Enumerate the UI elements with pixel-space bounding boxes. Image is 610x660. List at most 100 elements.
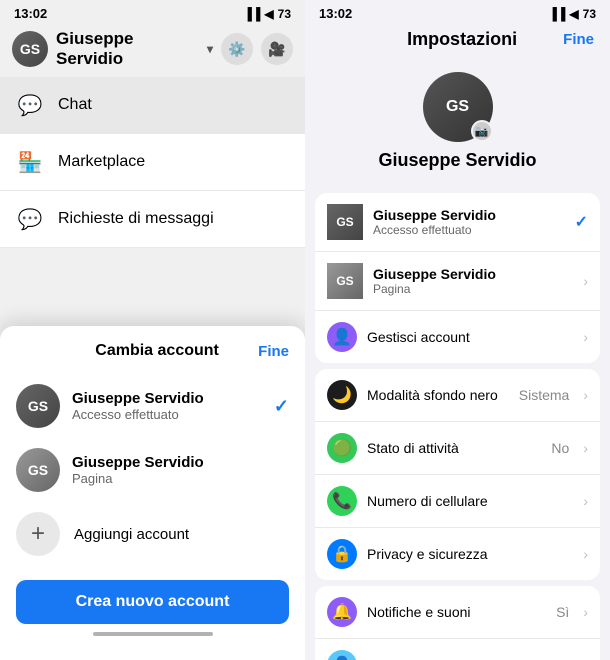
notifications-row[interactable]: 🔔 Notifiche e suoni Sì › (315, 586, 600, 639)
settings-section-1: 🌙 Modalità sfondo nero Sistema › 🟢 Stato… (315, 369, 600, 580)
left-user-name[interactable]: Giuseppe Servidio ▾ (56, 29, 213, 69)
settings-account-avatar-2: GS (327, 263, 363, 299)
right-status-time: 13:02 (319, 6, 352, 21)
settings-section-2: 🔔 Notifiche e suoni Sì › 👤 Contatti tele… (315, 586, 600, 660)
header-actions: ⚙️ 🎥 (221, 33, 293, 65)
notifications-value: Sì (556, 604, 569, 620)
home-indicator (93, 632, 213, 636)
settings-done-button[interactable]: Fine (563, 31, 594, 48)
settings-icon-btn[interactable]: ⚙️ (221, 33, 253, 65)
right-battery-icon: 73 (583, 7, 596, 21)
chat-icon: 💬 (16, 91, 44, 119)
privacy-label: Privacy e sicurezza (367, 546, 573, 562)
settings-header: Impostazioni Fine (305, 25, 610, 62)
left-status-time: 13:02 (14, 6, 47, 21)
gestisci-chevron: › (583, 329, 588, 345)
activity-value: No (551, 440, 569, 456)
right-panel: 13:02 ▐▐ ◀ 73 Impostazioni Fine GS 📷 Giu… (305, 0, 610, 660)
notifications-icon: 🔔 (327, 597, 357, 627)
nav-label-marketplace: Marketplace (58, 153, 145, 171)
gestisci-icon: 👤 (327, 322, 357, 352)
phone-row[interactable]: 📞 Numero di cellulare › (315, 475, 600, 528)
account-info-1: Giuseppe Servidio Accesso effettuato (72, 390, 262, 422)
settings-scroll: GS Giuseppe Servidio Accesso effettuato … (305, 187, 610, 660)
contacts-icon: 👤 (327, 650, 357, 660)
video-icon-btn[interactable]: 🎥 (261, 33, 293, 65)
account-check-icon-1: ✓ (274, 396, 289, 417)
crea-nuovo-account-button[interactable]: Crea nuovo account (16, 580, 289, 624)
account-avatar-1: GS (16, 384, 60, 428)
signal-icon: ▐▐ (243, 7, 260, 21)
activity-row[interactable]: 🟢 Stato di attività No › (315, 422, 600, 475)
add-account-label: Aggiungi account (74, 526, 189, 543)
sheet-title: Cambia account (56, 342, 258, 360)
right-wifi-icon: ◀ (569, 7, 578, 21)
settings-account-row-2[interactable]: GS Giuseppe Servidio Pagina › (315, 252, 600, 311)
left-status-bar: 13:02 ▐▐ ◀ 73 (0, 0, 305, 25)
gestisci-account-row[interactable]: 👤 Gestisci account › (315, 311, 600, 363)
profile-section: GS 📷 Giuseppe Servidio (305, 62, 610, 187)
sheet-header: Cambia account Fine (16, 342, 289, 360)
account-row-2-chevron: › (583, 273, 588, 289)
right-signal-icon: ▐▐ (548, 7, 565, 21)
profile-avatar-wrap[interactable]: GS 📷 (423, 72, 493, 142)
settings-account-name-2: Giuseppe Servidio (373, 266, 573, 282)
privacy-chevron: › (583, 546, 588, 562)
richieste-icon: 💬 (16, 205, 44, 233)
accounts-section: GS Giuseppe Servidio Accesso effettuato … (315, 193, 600, 363)
settings-account-check-1: ✓ (575, 212, 588, 232)
add-icon: + (16, 512, 60, 556)
activity-label: Stato di attività (367, 440, 541, 456)
dark-mode-label: Modalità sfondo nero (367, 387, 509, 403)
wifi-icon: ◀ (264, 7, 273, 21)
dark-mode-chevron: › (583, 387, 588, 403)
notifications-chevron: › (583, 604, 588, 620)
contacts-row[interactable]: 👤 Contatti telefonici › (315, 639, 600, 660)
settings-account-avatar-1: GS (327, 204, 363, 240)
notifications-label: Notifiche e suoni (367, 604, 546, 620)
sheet-done-button[interactable]: Fine (258, 343, 289, 360)
left-header: GS Giuseppe Servidio ▾ ⚙️ 🎥 (0, 25, 305, 77)
left-status-icons: ▐▐ ◀ 73 (243, 7, 291, 21)
settings-title: Impostazioni (361, 29, 563, 50)
settings-account-info-1: Giuseppe Servidio Accesso effettuato (373, 207, 565, 237)
camera-icon: 📷 (471, 120, 493, 142)
dark-mode-row[interactable]: 🌙 Modalità sfondo nero Sistema › (315, 369, 600, 422)
account-avatar-2: GS (16, 448, 60, 492)
settings-account-sub-2: Pagina (373, 282, 573, 296)
battery-icon: 73 (278, 7, 291, 21)
account-name-2: Giuseppe Servidio (72, 454, 289, 471)
nav-item-richieste[interactable]: 💬 Richieste di messaggi (0, 191, 305, 248)
right-status-bar: 13:02 ▐▐ ◀ 73 (305, 0, 610, 25)
nav-item-chat[interactable]: 💬 Chat (0, 77, 305, 134)
settings-account-info-2: Giuseppe Servidio Pagina (373, 266, 573, 296)
account-item-1[interactable]: GS Giuseppe Servidio Accesso effettuato … (16, 374, 289, 438)
nav-item-marketplace[interactable]: 🏪 Marketplace (0, 134, 305, 191)
gestisci-label: Gestisci account (367, 329, 573, 345)
account-item-2[interactable]: GS Giuseppe Servidio Pagina (16, 438, 289, 502)
account-sub-1: Accesso effettuato (72, 407, 262, 422)
settings-account-name-1: Giuseppe Servidio (373, 207, 565, 223)
phone-chevron: › (583, 493, 588, 509)
nav-list: 💬 Chat 🏪 Marketplace 💬 Richieste di mess… (0, 77, 305, 248)
activity-chevron: › (583, 440, 588, 456)
settings-account-row-1[interactable]: GS Giuseppe Servidio Accesso effettuato … (315, 193, 600, 252)
privacy-row[interactable]: 🔒 Privacy e sicurezza › (315, 528, 600, 580)
account-name-1: Giuseppe Servidio (72, 390, 262, 407)
settings-account-sub-1: Accesso effettuato (373, 223, 565, 237)
privacy-icon: 🔒 (327, 539, 357, 569)
dark-mode-icon: 🌙 (327, 380, 357, 410)
account-sub-2: Pagina (72, 471, 289, 486)
profile-name: Giuseppe Servidio (378, 150, 536, 171)
nav-label-chat: Chat (58, 96, 92, 114)
activity-icon: 🟢 (327, 433, 357, 463)
left-panel: 13:02 ▐▐ ◀ 73 GS Giuseppe Servidio ▾ ⚙️ … (0, 0, 305, 660)
left-header-avatar[interactable]: GS (12, 31, 48, 67)
chevron-down-icon: ▾ (207, 42, 213, 56)
account-info-2: Giuseppe Servidio Pagina (72, 454, 289, 486)
add-account-item[interactable]: + Aggiungi account (16, 502, 289, 566)
marketplace-icon: 🏪 (16, 148, 44, 176)
right-status-icons: ▐▐ ◀ 73 (548, 7, 596, 21)
dark-mode-value: Sistema (519, 387, 570, 403)
phone-label: Numero di cellulare (367, 493, 573, 509)
